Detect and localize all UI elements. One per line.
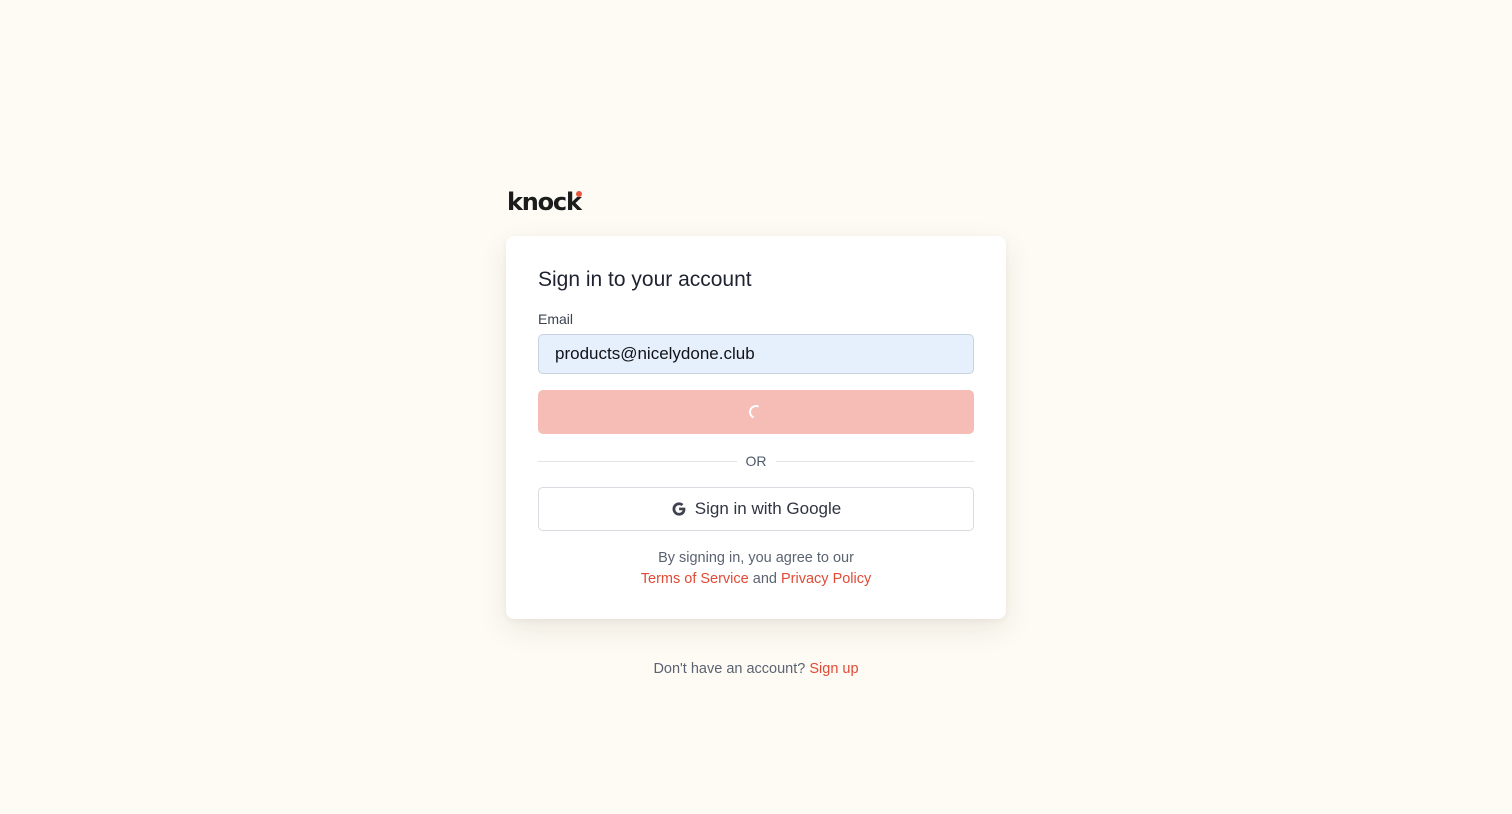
terms-notice: By signing in, you agree to our Terms of…: [538, 548, 974, 590]
divider-line-right: [775, 460, 974, 462]
terms-of-service-link[interactable]: Terms of Service: [641, 571, 749, 587]
terms-prefix: By signing in, you agree to our: [658, 550, 854, 566]
signup-prompt: Don't have an account? Sign up: [506, 659, 1006, 679]
signin-container: knock Sign in to your account Email OR S…: [506, 188, 1006, 679]
google-button-label: Sign in with Google: [694, 499, 842, 518]
continue-button[interactable]: [538, 390, 974, 434]
divider-text: OR: [745, 453, 767, 469]
signup-prompt-text: Don't have an account?: [653, 661, 806, 677]
email-label: Email: [538, 311, 574, 327]
logo-text: knock: [507, 188, 582, 216]
google-signin-button[interactable]: Sign in with Google: [538, 487, 974, 531]
divider-line-left: [538, 460, 737, 462]
google-g-icon: [671, 501, 687, 517]
signup-link[interactable]: Sign up: [809, 661, 858, 677]
or-divider: OR: [538, 453, 974, 469]
email-field[interactable]: [538, 334, 974, 374]
signin-card: Sign in to your account Email OR Sign in…: [506, 236, 1006, 619]
terms-and-text: and: [752, 571, 777, 587]
logo-dot: [575, 191, 582, 197]
page-title: Sign in to your account: [538, 268, 752, 291]
terms-links-line: Terms of Service and Privacy Policy: [538, 569, 974, 590]
loading-spinner-icon: [747, 403, 765, 421]
privacy-policy-link[interactable]: Privacy Policy: [781, 571, 871, 587]
knock-logo: knock: [507, 188, 582, 216]
